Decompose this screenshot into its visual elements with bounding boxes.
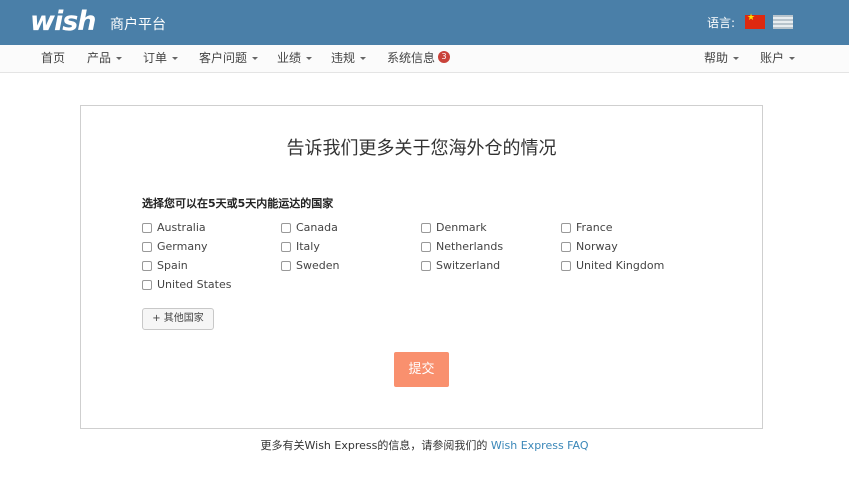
country-label: France xyxy=(576,221,613,234)
checkbox-icon[interactable] xyxy=(142,261,152,271)
checkbox-icon[interactable] xyxy=(561,242,571,252)
warehouse-form-panel: 告诉我们更多关于您海外仓的情况 选择您可以在5天或5天内能运达的国家 Austr… xyxy=(80,105,763,429)
nav-home-label: 首页 xyxy=(41,51,66,65)
nav-help-label: 帮助 xyxy=(704,51,729,65)
nav-products[interactable]: 产品 xyxy=(87,51,123,65)
checkbox-icon[interactable] xyxy=(281,242,291,252)
checkbox-icon[interactable] xyxy=(561,261,571,271)
portal-title: 商户平台 xyxy=(110,17,166,33)
checkbox-icon[interactable] xyxy=(421,261,431,271)
nav-home[interactable]: 首页 xyxy=(41,51,65,65)
chevron-down-icon xyxy=(172,57,179,60)
nav-violations-label: 违规 xyxy=(331,51,356,65)
checkbox-icon[interactable] xyxy=(142,223,152,233)
country-label: Netherlands xyxy=(436,240,504,253)
country-label: Denmark xyxy=(436,221,487,234)
nav-account[interactable]: 账户 xyxy=(760,51,796,65)
country-label: Canada xyxy=(296,221,338,234)
country-label: Italy xyxy=(296,240,320,253)
nav-system-info-label: 系统信息 xyxy=(387,51,436,65)
usa-flag-icon[interactable] xyxy=(773,15,793,29)
country-label: Norway xyxy=(576,240,618,253)
nav-orders-label: 订单 xyxy=(143,51,168,65)
checkbox-icon[interactable] xyxy=(421,223,431,233)
nav-products-label: 产品 xyxy=(87,51,112,65)
country-label: United States xyxy=(157,278,232,291)
nav-customer-issues[interactable]: 客户问题 xyxy=(199,51,259,65)
country-label: Australia xyxy=(157,221,206,234)
nav-performance-label: 业绩 xyxy=(277,51,302,65)
country-label: Spain xyxy=(157,259,188,272)
chevron-down-icon xyxy=(360,57,367,60)
country-section-label: 选择您可以在5天或5天内能运达的国家 xyxy=(142,197,334,210)
nav-account-label: 账户 xyxy=(760,51,785,65)
footer-text: 更多有关Wish Express的信息，请参阅我们的 xyxy=(260,439,488,452)
country-label: Switzerland xyxy=(436,259,501,272)
notification-badge: 3 xyxy=(438,51,451,63)
nav-violations[interactable]: 违规 xyxy=(331,51,367,65)
top-header: wish 商户平台 语言: xyxy=(0,0,849,45)
checkbox-icon[interactable] xyxy=(561,223,571,233)
checkbox-icon[interactable] xyxy=(142,242,152,252)
submit-button[interactable]: 提交 xyxy=(394,352,449,387)
checkbox-icon[interactable] xyxy=(281,223,291,233)
add-other-country-button[interactable]: + 其他国家 xyxy=(142,308,214,330)
checkbox-icon[interactable] xyxy=(421,242,431,252)
checkbox-icon[interactable] xyxy=(281,261,291,271)
chevron-down-icon xyxy=(789,57,796,60)
nav-customer-issues-label: 客户问题 xyxy=(199,51,248,65)
chevron-down-icon xyxy=(306,57,313,60)
country-label: Sweden xyxy=(296,259,340,272)
china-flag-icon[interactable] xyxy=(745,13,765,29)
nav-help[interactable]: 帮助 xyxy=(704,51,740,65)
country-label: Germany xyxy=(157,240,208,253)
main-nav: 首页 产品 订单 客户问题 业绩 违规 系统信息 3 帮助 账户 xyxy=(0,45,849,73)
chevron-down-icon xyxy=(116,57,123,60)
footer-info: 更多有关Wish Express的信息，请参阅我们的 Wish Express … xyxy=(0,437,849,453)
nav-orders[interactable]: 订单 xyxy=(143,51,179,65)
checkbox-icon[interactable] xyxy=(142,280,152,290)
wish-express-faq-link[interactable]: Wish Express FAQ xyxy=(491,439,589,452)
wish-logo[interactable]: wish xyxy=(30,8,96,36)
chevron-down-icon xyxy=(252,57,259,60)
nav-performance[interactable]: 业绩 xyxy=(277,51,313,65)
nav-system-info[interactable]: 系统信息 3 xyxy=(387,51,451,65)
chevron-down-icon xyxy=(733,57,740,60)
country-label: United Kingdom xyxy=(576,259,665,272)
language-label: 语言: xyxy=(707,16,736,30)
page-title: 告诉我们更多关于您海外仓的情况 xyxy=(286,138,557,159)
